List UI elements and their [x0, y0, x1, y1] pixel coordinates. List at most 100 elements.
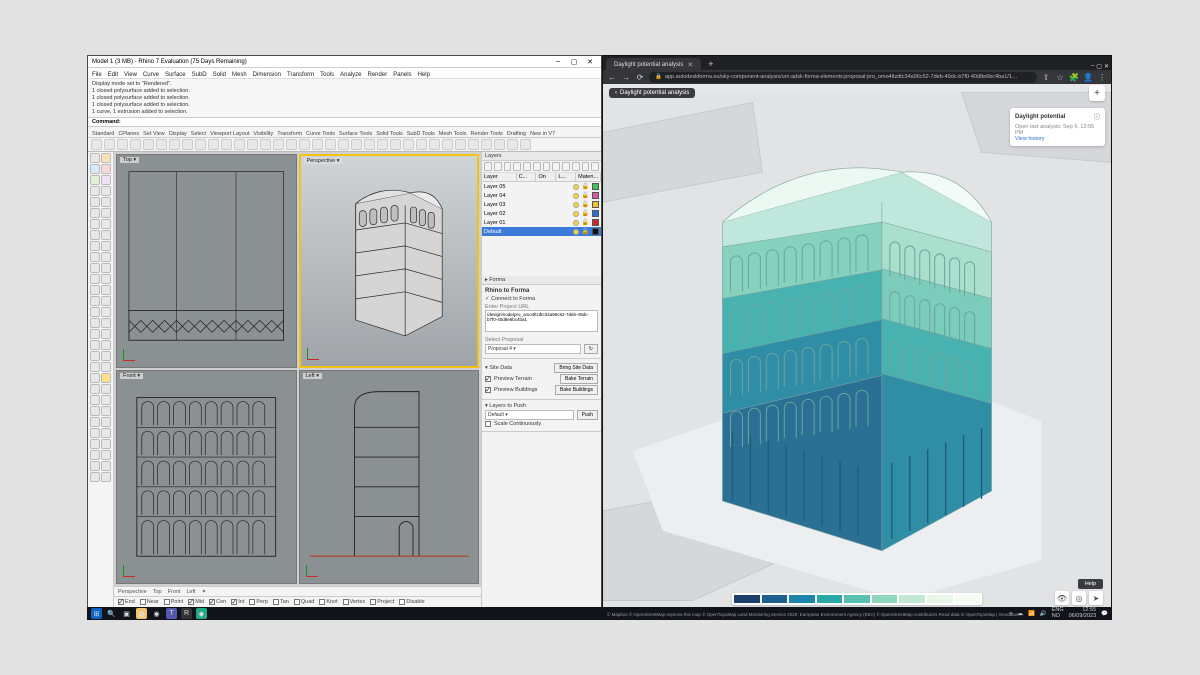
- tool-icon[interactable]: [90, 164, 100, 174]
- tool-icon[interactable]: [101, 186, 111, 196]
- layers-panel-header[interactable]: Layers: [482, 152, 601, 161]
- toolset-tab[interactable]: Surface Tools: [339, 131, 372, 137]
- toolbar-icon[interactable]: [221, 139, 232, 150]
- toolbar-icon[interactable]: [195, 139, 206, 150]
- tool-icon[interactable]: [90, 263, 100, 273]
- browser-tab[interactable]: Daylight potential analysis ✕: [606, 58, 701, 70]
- toolbar-icon[interactable]: [429, 139, 440, 150]
- toolset-tab[interactable]: Mesh Tools: [439, 131, 467, 137]
- toolbar-icon[interactable]: [182, 139, 193, 150]
- extensions-icon[interactable]: 🧩: [1069, 72, 1079, 82]
- scale-checkbox[interactable]: [485, 421, 491, 427]
- minimize-button[interactable]: –: [1091, 63, 1094, 70]
- menu-transform[interactable]: Transform: [287, 72, 314, 78]
- toolbar-icon[interactable]: [481, 139, 492, 150]
- osnap-quad[interactable]: Quad: [294, 599, 314, 605]
- chrome-icon[interactable]: ◉: [151, 608, 162, 619]
- menu-file[interactable]: File: [92, 72, 102, 78]
- bake-terrain-button[interactable]: Bake Terrain: [560, 374, 598, 384]
- viewport-tab[interactable]: Perspective: [118, 589, 147, 595]
- tool-icon[interactable]: [90, 395, 100, 405]
- bake-buildings-button[interactable]: Bake Buildings: [555, 385, 598, 395]
- menu-solid[interactable]: Solid: [213, 72, 226, 78]
- menu-tools[interactable]: Tools: [320, 72, 334, 78]
- bulb-icon[interactable]: [573, 229, 579, 235]
- tool-icon[interactable]: [101, 219, 111, 229]
- lock-icon[interactable]: 🔓: [582, 228, 589, 235]
- tool-icon[interactable]: [101, 406, 111, 416]
- toolbar-icon[interactable]: [403, 139, 414, 150]
- layer-tool-icon[interactable]: [591, 162, 599, 171]
- viewport-tab[interactable]: Front: [168, 589, 181, 595]
- menu-mesh[interactable]: Mesh: [232, 72, 247, 78]
- close-button[interactable]: ✕: [583, 57, 597, 67]
- layer-tool-icon[interactable]: [582, 162, 590, 171]
- toolbar-icon[interactable]: [364, 139, 375, 150]
- tool-icon[interactable]: [90, 461, 100, 471]
- bulb-icon[interactable]: [573, 211, 579, 217]
- toolset-tab[interactable]: Transform: [277, 131, 302, 137]
- toolbar-icon[interactable]: [143, 139, 154, 150]
- tool-icon[interactable]: [101, 351, 111, 361]
- tool-icon[interactable]: [101, 472, 111, 482]
- forma-back-button[interactable]: ‹ Daylight potential analysis: [609, 88, 695, 98]
- refresh-button[interactable]: ↻: [584, 344, 598, 354]
- layer-color-swatch[interactable]: [592, 201, 599, 208]
- toolset-tab[interactable]: CPlanes: [118, 131, 139, 137]
- tool-icon[interactable]: [90, 417, 100, 427]
- toolset-tab[interactable]: SubD Tools: [407, 131, 435, 137]
- osnap-near[interactable]: Near: [140, 599, 159, 605]
- layer-tool-icon[interactable]: [523, 162, 531, 171]
- tool-icon[interactable]: [101, 164, 111, 174]
- viewport-tab[interactable]: Left: [186, 589, 195, 595]
- lock-icon[interactable]: 🔓: [582, 201, 589, 208]
- forma-canvas[interactable]: [603, 84, 1111, 619]
- menu-help[interactable]: Help: [418, 72, 430, 78]
- tool-icon[interactable]: [101, 329, 111, 339]
- tool-icon[interactable]: [90, 318, 100, 328]
- toolbar-icon[interactable]: [416, 139, 427, 150]
- tool-icon[interactable]: [101, 274, 111, 284]
- eye-icon[interactable]: 👁: [1055, 591, 1069, 605]
- layers-table[interactable]: LayerC...OnL...Materi... Layer 05🔓Layer …: [482, 173, 601, 236]
- bring-site-data-button[interactable]: Bring Site Data: [554, 363, 598, 373]
- osnap-int[interactable]: Int: [231, 599, 244, 605]
- toolbar-icon[interactable]: [156, 139, 167, 150]
- toolbar-icon[interactable]: [234, 139, 245, 150]
- toolbar-icon[interactable]: [390, 139, 401, 150]
- osnap-point[interactable]: Point: [164, 599, 184, 605]
- osnap-project[interactable]: Project: [370, 599, 394, 605]
- explorer-icon[interactable]: ▦: [136, 608, 147, 619]
- toolbar-icon[interactable]: [260, 139, 271, 150]
- bulb-icon[interactable]: [573, 202, 579, 208]
- tool-icon[interactable]: [90, 296, 100, 306]
- layer-tool-icon[interactable]: [513, 162, 521, 171]
- toolbar-icon[interactable]: [455, 139, 466, 150]
- lock-icon[interactable]: 🔓: [582, 210, 589, 217]
- toolbar-icon[interactable]: [208, 139, 219, 150]
- new-tab-button[interactable]: +: [705, 58, 716, 70]
- lock-icon[interactable]: 🔓: [582, 183, 589, 190]
- tool-icon[interactable]: [90, 307, 100, 317]
- star-icon[interactable]: ☆: [1055, 72, 1065, 82]
- tool-icon[interactable]: [90, 208, 100, 218]
- osnap-perp[interactable]: Perp: [249, 599, 268, 605]
- menu-edit[interactable]: Edit: [108, 72, 118, 78]
- tool-icon[interactable]: [101, 263, 111, 273]
- close-button[interactable]: ✕: [1104, 63, 1109, 70]
- tool-icon[interactable]: [90, 329, 100, 339]
- tool-icon[interactable]: [90, 428, 100, 438]
- forma-add-button[interactable]: +: [1089, 85, 1105, 101]
- viewport-left[interactable]: Left ▾: [299, 370, 480, 584]
- start-button[interactable]: ⊞: [91, 608, 102, 619]
- tool-icon[interactable]: [101, 373, 111, 383]
- app-icon[interactable]: ◆: [196, 608, 207, 619]
- tool-icon[interactable]: [90, 362, 100, 372]
- menu-panels[interactable]: Panels: [393, 72, 411, 78]
- minimize-button[interactable]: –: [551, 57, 565, 67]
- layer-color-swatch[interactable]: [592, 192, 599, 199]
- layer-color-swatch[interactable]: [592, 183, 599, 190]
- tool-icon[interactable]: [90, 230, 100, 240]
- tool-icon[interactable]: [90, 340, 100, 350]
- layer-row[interactable]: Layer 02🔓: [482, 209, 601, 218]
